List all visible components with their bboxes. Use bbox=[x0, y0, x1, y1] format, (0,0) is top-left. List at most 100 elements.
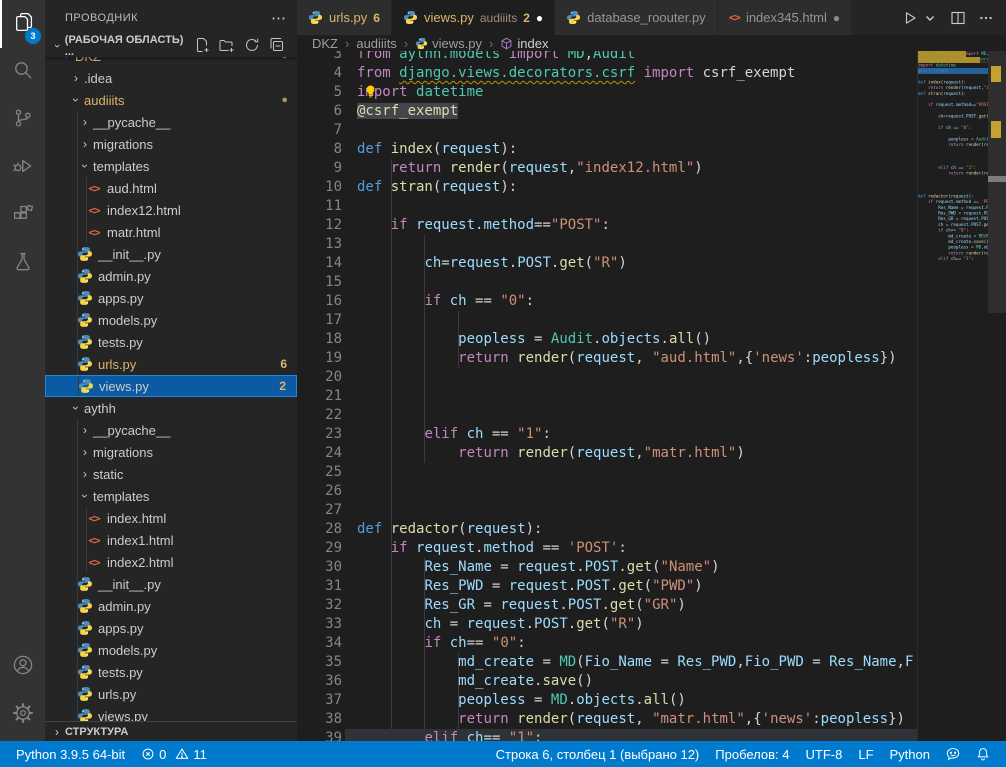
status-cursor-position[interactable]: Строка 6, столбец 1 (выбрано 12) bbox=[488, 747, 708, 762]
tree-item-index12.html[interactable]: <>index12.html bbox=[45, 199, 297, 221]
tree-item-__pycache__[interactable]: ›__pycache__ bbox=[45, 419, 297, 441]
code-line-14[interactable]: 14 ch=request.POST.get("R") bbox=[297, 254, 1006, 273]
status-indentation[interactable]: Пробелов: 4 bbox=[707, 747, 797, 762]
more-actions-icon[interactable] bbox=[978, 10, 994, 26]
tree-item-__pycache__[interactable]: ›__pycache__ bbox=[45, 111, 297, 133]
code-line-36[interactable]: 36 md_create.save() bbox=[297, 672, 1006, 691]
tab-index345.html[interactable]: <>index345.html● bbox=[718, 0, 852, 35]
workspace-section-header[interactable]: › (РАБОЧАЯ ОБЛАСТЬ) ... bbox=[45, 35, 297, 57]
tree-item-admin.py[interactable]: admin.py bbox=[45, 265, 297, 287]
code-line-30[interactable]: 30 Res_Name = request.POST.get("Name") bbox=[297, 558, 1006, 577]
tree-item-templates[interactable]: ›templates bbox=[45, 485, 297, 507]
tree-item-aud.html[interactable]: <>aud.html bbox=[45, 177, 297, 199]
code-line-38[interactable]: 38 return render(request, "matr.html",{'… bbox=[297, 710, 1006, 729]
breadcrumb-item-views.py[interactable]: views.py bbox=[415, 36, 482, 51]
code-line-16[interactable]: 16 if ch == "0": bbox=[297, 292, 1006, 311]
tree-item-migrations[interactable]: ›migrations bbox=[45, 133, 297, 155]
activity-run-debug-button[interactable] bbox=[0, 144, 45, 192]
new-folder-icon[interactable] bbox=[219, 37, 235, 56]
tree-item-models.py[interactable]: models.py bbox=[45, 309, 297, 331]
tree-item-__init__.py[interactable]: __init__.py bbox=[45, 573, 297, 595]
overview-ruler[interactable] bbox=[988, 51, 1006, 741]
code-line-4[interactable]: 4from django.views.decorators.csrf impor… bbox=[297, 64, 1006, 83]
code-editor[interactable]: 3from aythh.models import MD,Audit4from … bbox=[297, 51, 1006, 741]
code-line-5[interactable]: 5import datetime bbox=[297, 83, 1006, 102]
collapse-all-icon[interactable] bbox=[269, 37, 285, 56]
code-line-37[interactable]: 37 peopless = MD.objects.all() bbox=[297, 691, 1006, 710]
code-line-6[interactable]: 6@csrf_exempt bbox=[297, 102, 1006, 121]
tree-item-index2.html[interactable]: <>index2.html bbox=[45, 551, 297, 573]
tree-item-.idea[interactable]: ›.idea bbox=[45, 67, 297, 89]
status-notifications[interactable] bbox=[968, 747, 998, 761]
status-feedback[interactable] bbox=[938, 747, 968, 761]
code-line-9[interactable]: 9 return render(request,"index12.html") bbox=[297, 159, 1006, 178]
outline-section-header[interactable]: › СТРУКТУРА bbox=[45, 721, 297, 741]
code-line-31[interactable]: 31 Res_PWD = request.POST.get("PWD") bbox=[297, 577, 1006, 596]
status-eol[interactable]: LF bbox=[850, 747, 881, 762]
tree-item-apps.py[interactable]: apps.py bbox=[45, 617, 297, 639]
run-dropdown-icon[interactable] bbox=[922, 10, 938, 26]
tree-item-tests.py[interactable]: tests.py bbox=[45, 331, 297, 353]
tree-item-tests.py[interactable]: tests.py bbox=[45, 661, 297, 683]
split-editor-icon[interactable] bbox=[950, 10, 966, 26]
status-python-interpreter[interactable]: Python 3.9.5 64-bit bbox=[8, 747, 133, 762]
tree-item-migrations[interactable]: ›migrations bbox=[45, 441, 297, 463]
code-line-13[interactable]: 13 bbox=[297, 235, 1006, 254]
code-line-20[interactable]: 20 bbox=[297, 368, 1006, 387]
activity-account-button[interactable] bbox=[0, 643, 45, 691]
tree-item-admin.py[interactable]: admin.py bbox=[45, 595, 297, 617]
code-line-26[interactable]: 26 bbox=[297, 482, 1006, 501]
tree-item-static[interactable]: ›static bbox=[45, 463, 297, 485]
lightbulb-icon[interactable] bbox=[363, 84, 378, 100]
refresh-icon[interactable] bbox=[244, 37, 260, 56]
tab-database_roouter.py[interactable]: database_roouter.py bbox=[555, 0, 718, 35]
status-problems[interactable]: 011 bbox=[133, 747, 215, 762]
activity-search-button[interactable] bbox=[0, 48, 45, 96]
code-line-39[interactable]: 39 elif ch== "1": bbox=[297, 729, 1006, 741]
tree-item-apps.py[interactable]: apps.py bbox=[45, 287, 297, 309]
tree-item-audiiits[interactable]: ›audiiits● bbox=[45, 89, 297, 111]
code-line-24[interactable]: 24 return render(request,"matr.html") bbox=[297, 444, 1006, 463]
code-line-22[interactable]: 22 bbox=[297, 406, 1006, 425]
tree-item-aythh[interactable]: ›aythh bbox=[45, 397, 297, 419]
modified-dot-icon[interactable]: ● bbox=[536, 11, 543, 25]
modified-dot-icon[interactable]: ● bbox=[833, 11, 840, 25]
breadcrumb-item-audiiits[interactable]: audiiits bbox=[356, 36, 396, 51]
code-line-33[interactable]: 33 ch = request.POST.get("R") bbox=[297, 615, 1006, 634]
code-line-34[interactable]: 34 if ch== "0": bbox=[297, 634, 1006, 653]
new-file-icon[interactable] bbox=[194, 37, 210, 56]
code-line-12[interactable]: 12 if request.method=="POST": bbox=[297, 216, 1006, 235]
code-line-15[interactable]: 15 bbox=[297, 273, 1006, 292]
code-line-27[interactable]: 27 bbox=[297, 501, 1006, 520]
code-line-3[interactable]: 3from aythh.models import MD,Audit bbox=[297, 51, 1006, 64]
code-line-8[interactable]: 8def index(request): bbox=[297, 140, 1006, 159]
code-line-32[interactable]: 32 Res_GR = request.POST.get("GR") bbox=[297, 596, 1006, 615]
code-line-18[interactable]: 18 peopless = Audit.objects.all() bbox=[297, 330, 1006, 349]
code-line-35[interactable]: 35 md_create = MD(Fio_Name = Res_PWD,Fio… bbox=[297, 653, 1006, 672]
tree-item-urls.py[interactable]: urls.py bbox=[45, 683, 297, 705]
tree-item-index.html[interactable]: <>index.html bbox=[45, 507, 297, 529]
code-line-21[interactable]: 21 bbox=[297, 387, 1006, 406]
activity-extensions-button[interactable] bbox=[0, 192, 45, 240]
breadcrumb-item-index[interactable]: index bbox=[500, 36, 548, 51]
activity-source-control-button[interactable] bbox=[0, 96, 45, 144]
tree-item-views.py[interactable]: views.py2 bbox=[45, 375, 297, 397]
code-line-28[interactable]: 28def redactor(request): bbox=[297, 520, 1006, 539]
code-line-10[interactable]: 10def stran(request): bbox=[297, 178, 1006, 197]
activity-settings-button[interactable] bbox=[0, 691, 45, 739]
code-line-23[interactable]: 23 elif ch == "1": bbox=[297, 425, 1006, 444]
code-line-17[interactable]: 17 bbox=[297, 311, 1006, 330]
status-language-mode[interactable]: Python bbox=[882, 747, 938, 762]
tab-views.py[interactable]: views.pyaudiiits2● bbox=[392, 0, 555, 35]
activity-explorer-button[interactable]: 3 bbox=[0, 0, 45, 48]
code-line-25[interactable]: 25 bbox=[297, 463, 1006, 482]
tab-urls.py[interactable]: urls.py6 bbox=[297, 0, 392, 35]
code-line-11[interactable]: 11 bbox=[297, 197, 1006, 216]
code-line-19[interactable]: 19 return render(request, "aud.html",{'n… bbox=[297, 349, 1006, 368]
code-line-29[interactable]: 29 if request.method == 'POST': bbox=[297, 539, 1006, 558]
tree-item-__init__.py[interactable]: __init__.py bbox=[45, 243, 297, 265]
status-encoding[interactable]: UTF-8 bbox=[798, 747, 851, 762]
minimap[interactable]: from aythh.models import MD,Auditfrom dj… bbox=[917, 51, 988, 741]
activity-testing-button[interactable] bbox=[0, 240, 45, 288]
code-line-7[interactable]: 7 bbox=[297, 121, 1006, 140]
